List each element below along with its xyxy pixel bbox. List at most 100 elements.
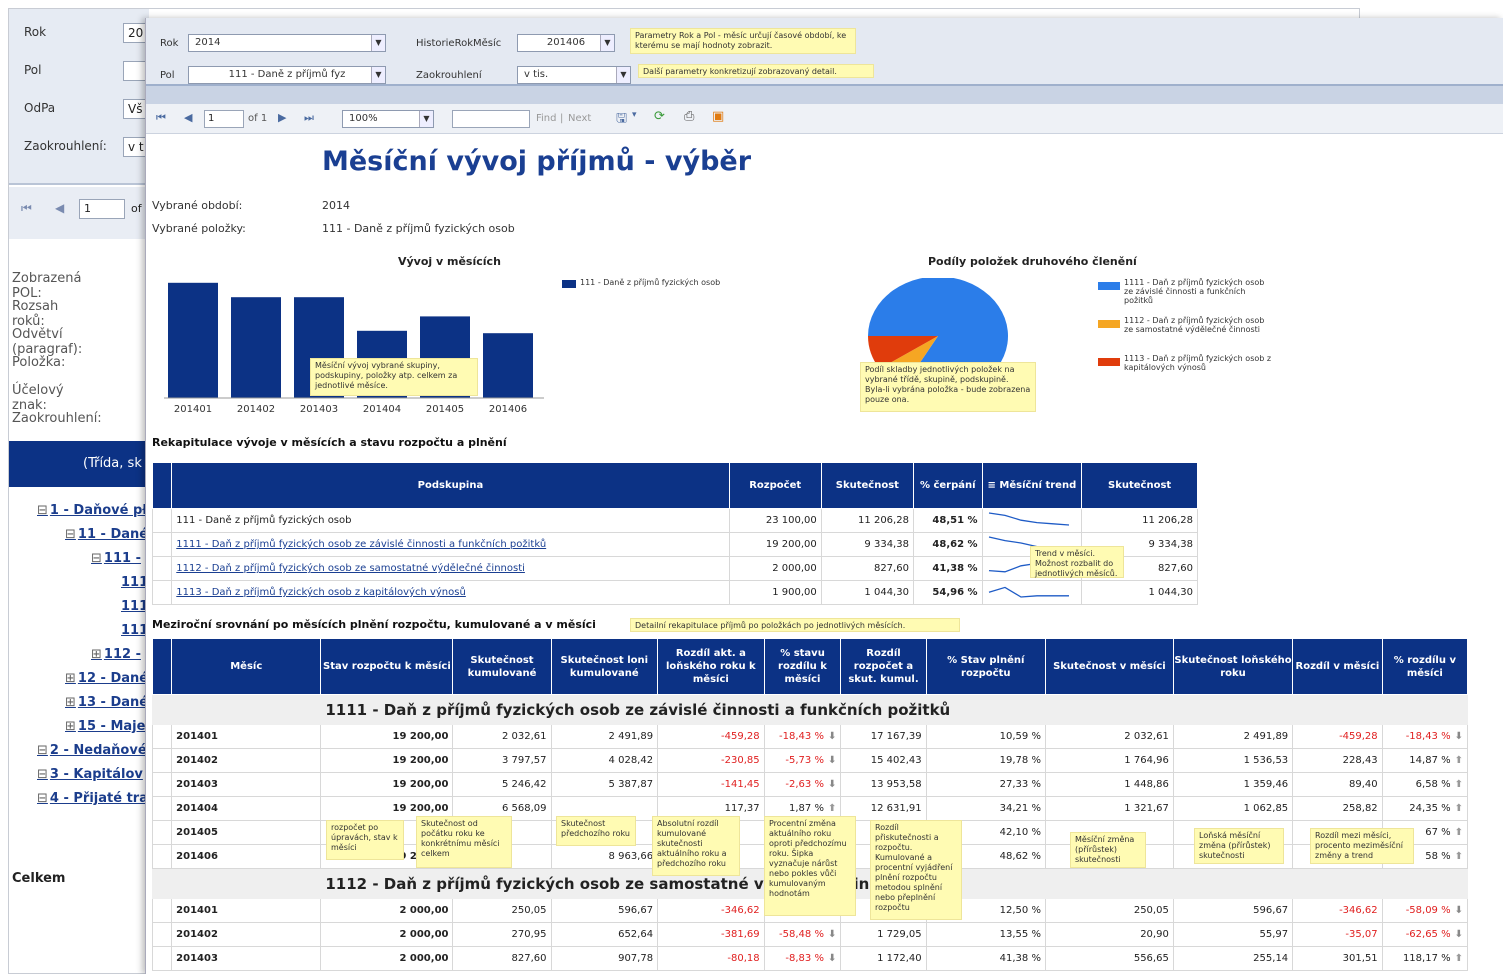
yoy-cell: -5,73 % ⬇	[763, 748, 842, 773]
tree-node[interactable]: ⊟ 11 - Dané	[65, 527, 148, 542]
tree-node[interactable]: ⊞ 12 - Dané	[65, 671, 148, 686]
back-param-label: Zaokrouhlení:	[24, 139, 107, 153]
splitter-bar[interactable]	[146, 84, 1503, 104]
tree-node-label: 3 - Kapitálov	[49, 767, 143, 782]
item-link[interactable]: 1112 - Daň z příjmů fyzických osob ze sa…	[171, 556, 730, 581]
report-title: Měsíční vývoj příjmů - výběr	[322, 146, 752, 177]
expand-toggle-icon[interactable]: ⊟	[37, 767, 48, 782]
zaok-select[interactable]: v tis. ▼	[517, 66, 631, 84]
arrow-down-icon: ⬇	[827, 755, 837, 766]
recap-header[interactable]: ≡ Měsíční trend	[981, 462, 1083, 509]
tree-node[interactable]: ⊟ 3 - Kapitálov	[37, 767, 143, 782]
chevron-down-icon[interactable]: ▾	[632, 110, 637, 120]
hist-select[interactable]: 201406 ▼	[517, 34, 615, 52]
find-link[interactable]: Find	[536, 113, 557, 124]
pol-select[interactable]: 111 - Daně z příjmů fyz ▼	[188, 66, 386, 84]
yoy-value: 907,78	[618, 953, 654, 964]
yoy-header: Stav rozpočtu k měsíci	[320, 638, 454, 695]
first-page-icon[interactable]: ⏮	[21, 201, 32, 216]
yoy-cell: 24,35 % ⬆	[1381, 796, 1469, 821]
x-tick-label: 201404	[363, 404, 401, 415]
yoy-title-tooltip: Detailní rekapitulace příjmů po položkác…	[630, 618, 960, 632]
yoy-value: 19 200,00	[392, 779, 449, 790]
bar[interactable]	[483, 333, 533, 398]
skutecnost-cell: 11 206,28	[1081, 508, 1198, 533]
yoy-header: Rozdíl rozpočet a skut. kumul.	[840, 638, 927, 695]
group-title: 1111 - Daň z příjmů fyzických osob ze zá…	[320, 694, 1468, 725]
export-icon[interactable]: 🖫	[616, 109, 627, 131]
first-page-icon[interactable]: ⏮	[156, 111, 166, 125]
tree-node[interactable]: ⊞ 112 -	[91, 647, 141, 662]
tree-node[interactable]: ⊟ 1 - Daňové pł	[37, 503, 147, 518]
skutecnost-cell: 827,60	[820, 556, 914, 581]
pol-value: 111 - Daně z příjmů fyz	[228, 69, 346, 80]
yoy-cell: 201405	[171, 820, 322, 845]
yoy-value: 6,58 %	[1415, 779, 1451, 790]
expand-toggle-icon[interactable]: ⊟	[37, 743, 48, 758]
yoy-cell: 250,05	[1044, 898, 1174, 923]
tree-node[interactable]: ⊟ 4 - Přijaté tra	[37, 791, 148, 806]
bar[interactable]	[231, 297, 281, 398]
last-page-icon[interactable]: ⏭	[304, 111, 314, 125]
tree-node-label: 112 -	[103, 647, 141, 662]
print-icon[interactable]: ⎙	[684, 109, 694, 124]
back-page-input[interactable]: 1	[79, 199, 125, 219]
group-row: 1111 - Daň z příjmů fyzických osob ze zá…	[151, 694, 1468, 725]
back-label: Rozsah roků:	[12, 299, 59, 329]
expand-toggle-icon[interactable]: ⊟	[65, 527, 76, 542]
hist-value: 201406	[546, 37, 586, 48]
item-link[interactable]: 1111 - Daň z příjmů fyzických osob ze zá…	[171, 532, 730, 557]
next-link[interactable]: Next	[568, 113, 591, 124]
yoy-value: 42,10 %	[999, 827, 1041, 838]
item-link[interactable]: 1113 - Daň z příjmů fyzických osob z kap…	[171, 580, 730, 605]
tree-node[interactable]: ⊞ 15 - Maje	[65, 719, 145, 734]
yoy-value: 12 631,91	[870, 803, 922, 814]
tree-node[interactable]: 111	[119, 575, 148, 590]
item-name: 111 - Daně z příjmů fyzických osob	[171, 508, 730, 533]
prev-page-icon[interactable]: ◀	[184, 111, 192, 124]
tree-node[interactable]: 111	[119, 599, 148, 614]
tree-node[interactable]: 111	[119, 623, 148, 638]
yoy-cell: 2 000,00	[320, 946, 454, 971]
period-value: 2014	[322, 199, 350, 212]
yoy-cell: 250,05	[452, 898, 552, 923]
trend-cell[interactable]	[981, 580, 1083, 605]
expand-toggle-icon[interactable]: ⊞	[65, 671, 76, 686]
yoy-cell: 1 321,67	[1044, 796, 1174, 821]
find-input[interactable]	[452, 110, 530, 128]
trend-cell[interactable]	[981, 508, 1083, 533]
x-tick-label: 201405	[426, 404, 464, 415]
recap-header: Skutečnost	[820, 462, 914, 509]
yoy-cell: 8 963,66	[550, 844, 659, 869]
tree-node[interactable]: ⊞ 13 - Dané	[65, 695, 148, 710]
row-spacer	[151, 580, 173, 605]
bar[interactable]	[168, 282, 218, 398]
tree-node[interactable]: ⊟ 2 - Nedaňové	[37, 743, 147, 758]
feed-icon[interactable]: ▣	[712, 109, 724, 124]
yoy-value: 58 %	[1425, 851, 1451, 862]
next-page-icon[interactable]: ▶	[278, 111, 286, 124]
yoy-cell: 41,38 %	[925, 946, 1046, 971]
prev-page-icon[interactable]: ◀	[55, 201, 64, 215]
pie-chart-tooltip: Podíl skladby jednotlivých položek na vy…	[860, 362, 1036, 412]
expand-toggle-icon[interactable]: ⊞	[91, 647, 102, 662]
expand-toggle-icon[interactable]: ⊞	[65, 719, 76, 734]
expand-toggle-icon[interactable]: ⊟	[37, 791, 48, 806]
rok-select[interactable]: 2014 ▼	[188, 34, 386, 52]
yoy-cell: 2 000,00	[320, 922, 454, 947]
page-input[interactable]: 1	[204, 110, 244, 128]
recap-title: Rekapitulace vývoje v měsících a stavu r…	[152, 436, 507, 449]
yoy-value: 652,64	[618, 929, 654, 940]
yoy-value: 48,62 %	[999, 851, 1041, 862]
expand-toggle-icon[interactable]: ⊟	[91, 551, 102, 566]
back-label: Odvětví (paragraf):	[12, 327, 83, 357]
refresh-icon[interactable]: ⟳	[654, 109, 665, 124]
pie-chart-title: Podíly položek druhového členění	[928, 255, 1137, 268]
tree-node[interactable]: ⊟ 111 -	[91, 551, 141, 566]
expand-toggle-icon[interactable]: ⊟	[37, 503, 48, 518]
row-spacer	[151, 898, 173, 923]
arrow-up-icon: ⬆	[827, 803, 837, 814]
yoy-value: 1 172,40	[877, 953, 922, 964]
expand-toggle-icon[interactable]: ⊞	[65, 695, 76, 710]
zoom-select[interactable]: 100% ▼	[342, 110, 434, 128]
